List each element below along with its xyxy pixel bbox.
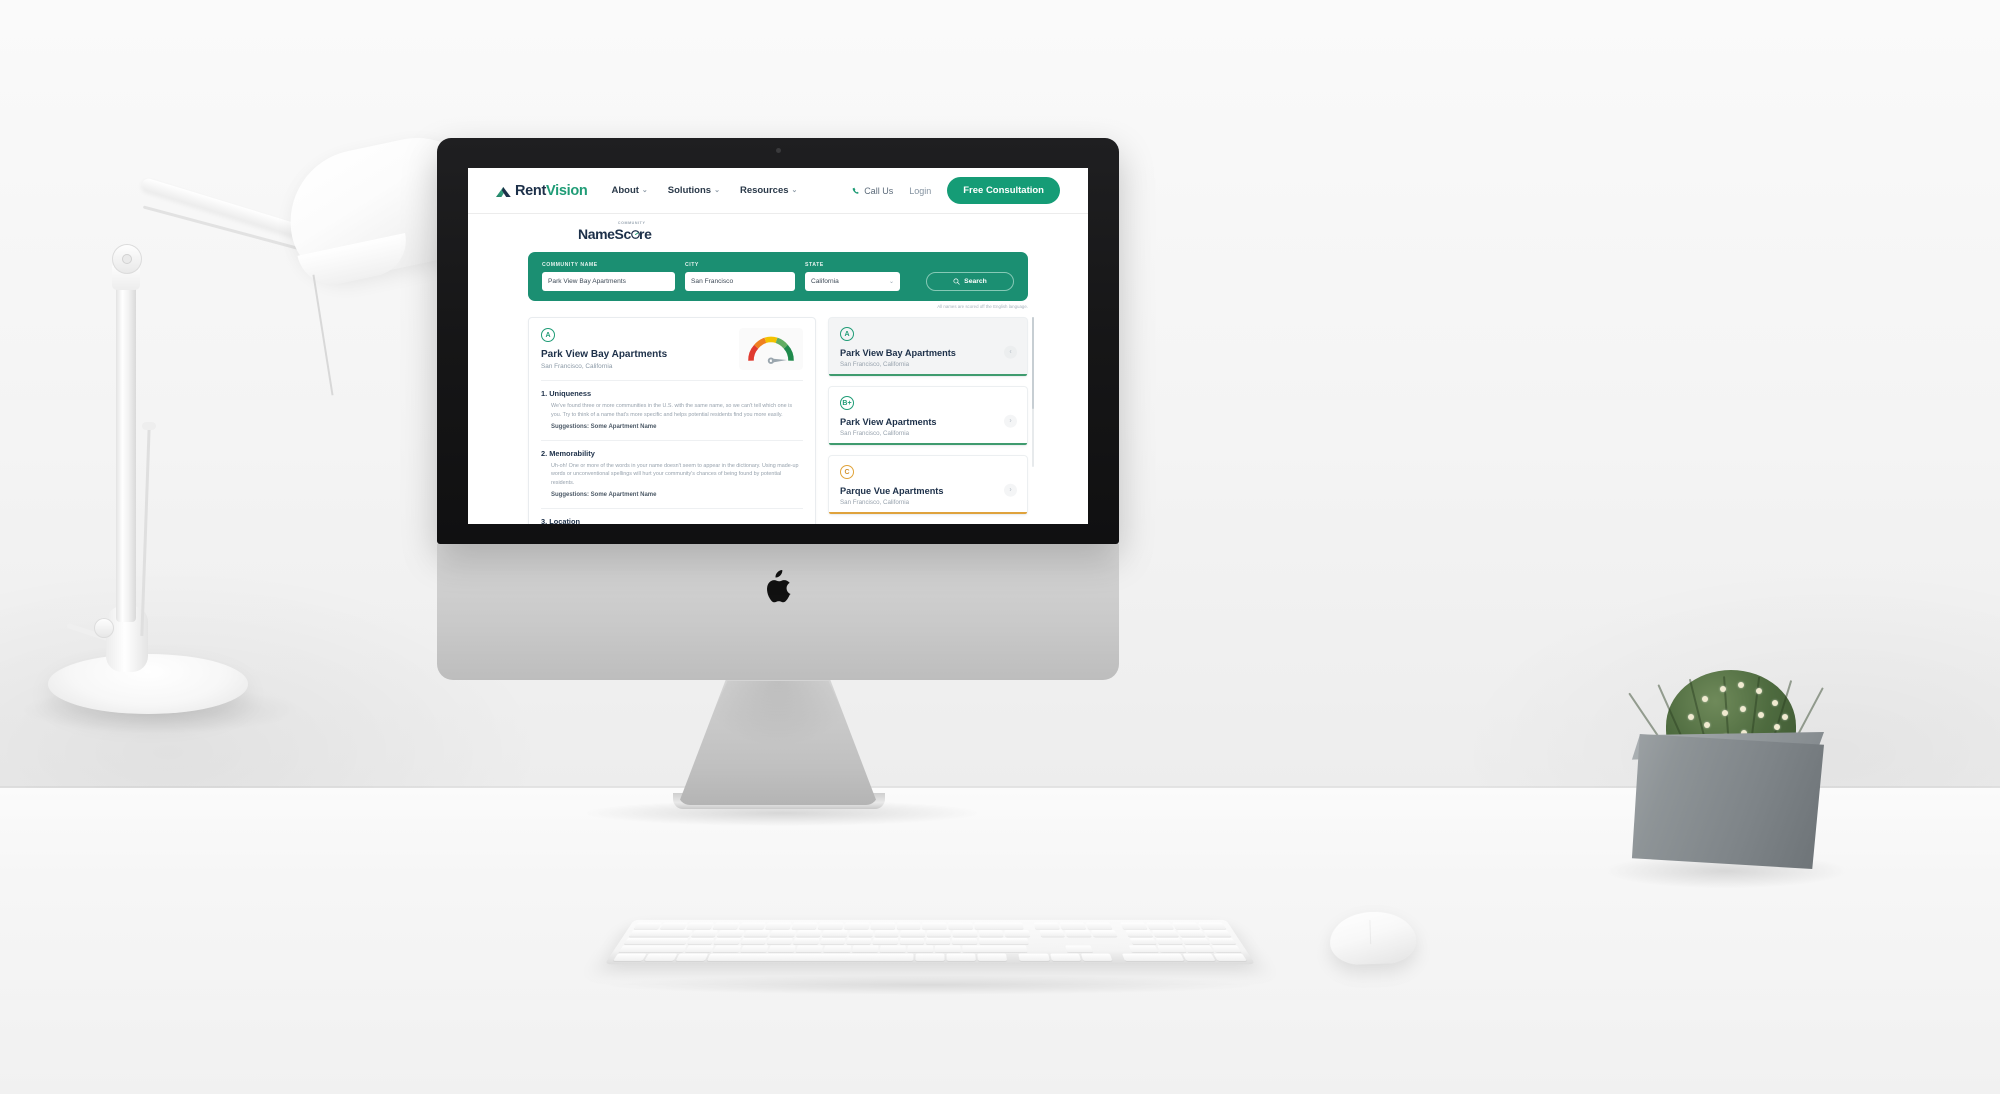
main-nav: About ⌄ Solutions ⌄ Resources ⌄ [611,185,797,196]
state-select-value: California [811,278,839,285]
namescore-gauge-o-icon: o [631,226,640,242]
list-community-name: Park View Apartments [840,417,937,427]
namescore-tool: COMMUNITY NameSc o re COMMUNITY NAME [468,214,1088,524]
list-item[interactable]: A Park View Bay Apartments San Francisco… [828,317,1028,377]
mouse-seam [1369,920,1372,945]
name-detail-card: A Park View Bay Apartments San Francisco… [528,317,816,524]
list-item[interactable]: B+ Park View Apartments San Francisco, C… [828,386,1028,446]
nav-item-resources[interactable]: Resources ⌄ [740,185,797,196]
imac-computer: RentVision About ⌄ Solutions ⌄ Resources… [437,138,1119,826]
chevron-right-icon[interactable]: › [1004,414,1017,428]
city-field-group: CITY San Francisco [685,262,795,291]
scoring-disclaimer: All names are scored off the English lan… [937,304,1028,309]
section-title: 3. Location [541,516,581,524]
score-section: 3. Location Oops! Your community name in… [541,507,803,524]
apple-logo-icon [764,570,792,604]
list-grade-badge: B+ [840,396,854,410]
lamp-tension-rod [140,428,151,636]
chevron-down-icon: ⌄ [791,187,798,194]
community-name-label: COMMUNITY NAME [542,262,598,268]
login-link[interactable]: Login [909,186,931,196]
chevron-down-icon: ⌄ [888,279,894,285]
namescore-score-post: re [639,226,652,242]
concrete-pot [1631,734,1824,869]
rentvision-webpage: RentVision About ⌄ Solutions ⌄ Resources… [468,168,1088,524]
lamp-base-knob [94,618,114,638]
chevron-down-icon: ⌄ [714,187,720,194]
logo-text-vision: Vision [546,182,588,199]
search-icon [953,278,960,285]
detail-community-name: Park View Bay Apartments [541,349,668,360]
search-button[interactable]: Search [926,272,1014,291]
imac-chin [437,544,1119,680]
logo-text-rent: Rent [515,182,547,199]
desk-scene-photo: RentVision About ⌄ Solutions ⌄ Resources… [0,0,2000,1094]
call-us-link[interactable]: Call Us [852,186,893,196]
desk-lamp [20,124,499,850]
section-body: We've found three or more communities in… [551,403,793,418]
site-header: RentVision About ⌄ Solutions ⌄ Resources… [468,168,1088,214]
lamp-rod-cap [142,422,156,430]
imac-screen: RentVision About ⌄ Solutions ⌄ Resources… [468,168,1088,524]
nav-label-resources: Resources [739,185,789,196]
section-title: 2. Memorability [541,448,595,458]
community-name-field-group: COMMUNITY NAME Park View Bay Apartments [542,262,675,291]
city-input[interactable]: San Francisco [685,272,795,291]
detail-card-header: A Park View Bay Apartments San Francisco… [541,328,803,370]
namescore-superscript: COMMUNITY [617,221,646,225]
list-item[interactable]: C Parque Vue Apartments San Francisco, C… [828,455,1028,515]
chevron-right-icon[interactable]: › [1004,483,1017,497]
nav-item-solutions[interactable]: Solutions ⌄ [668,185,720,196]
list-community-location: San Francisco, California [840,430,910,437]
detail-grade-badge: A [541,328,555,342]
chevron-left-icon[interactable]: ‹ [1004,345,1017,359]
namescore-name-part: Name [578,226,615,242]
lamp-middle-joint [112,244,142,274]
list-community-location: San Francisco, California [840,361,910,368]
detail-card-identity: A Park View Bay Apartments San Francisco… [541,328,667,370]
free-consultation-button[interactable]: Free Consultation [947,177,1060,204]
phone-icon [852,187,860,195]
header-actions: Call Us Login Free Consultation [852,177,1060,204]
section-suggestion: Suggestions: Some Apartment Name [551,491,657,498]
city-label: CITY [685,262,699,268]
namescore-logo: COMMUNITY NameSc o re [578,221,652,242]
nav-item-about[interactable]: About ⌄ [611,185,647,196]
rentvision-mark-icon [496,185,512,197]
keyboard-shadow [600,975,1260,995]
lamp-shade-wire [312,274,334,396]
section-title: 1. Uniqueness [541,389,592,398]
list-community-name: Parque Vue Apartments [840,486,944,496]
detail-community-location: San Francisco, California [541,363,613,370]
state-field-group: STATE California ⌄ [805,262,900,291]
chevron-down-icon: ⌄ [641,187,648,194]
section-body: Uh-oh! One or more of the words in your … [551,462,799,487]
search-button-label: Search [964,278,987,285]
call-us-label: Call Us [864,185,894,196]
list-community-name: Park View Bay Apartments [840,348,956,358]
lamp-post [116,270,136,622]
lamp-base [48,654,248,714]
results-list: A Park View Bay Apartments San Francisco… [828,317,1034,515]
rentvision-logo[interactable]: RentVision [496,182,588,199]
nav-label-solutions: Solutions [667,185,712,196]
results-scrollbar[interactable] [1032,317,1034,467]
state-select[interactable]: California ⌄ [805,272,900,291]
community-name-input[interactable]: Park View Bay Apartments [542,272,675,291]
list-community-location: San Francisco, California [840,499,910,506]
results-area: A Park View Bay Apartments San Francisco… [528,317,1034,524]
list-grade-badge: A [840,327,854,341]
list-grade-badge: C [840,465,854,479]
webcam-icon [776,148,781,153]
score-gauge [739,328,803,370]
apple-keyboard[interactable] [604,919,1256,965]
cactus-plant [1600,670,1846,888]
search-bar: COMMUNITY NAME Park View Bay Apartments … [528,252,1028,301]
nav-label-about: About [611,185,639,196]
state-label: STATE [805,262,824,268]
section-suggestion: Suggestions: Some Apartment Name [551,423,657,430]
score-section: 1. Uniqueness We've found three or more … [541,380,803,430]
score-section: 2. Memorability Uh-oh! One or more of th… [541,439,803,498]
namescore-score-pre: Sc [614,226,632,242]
